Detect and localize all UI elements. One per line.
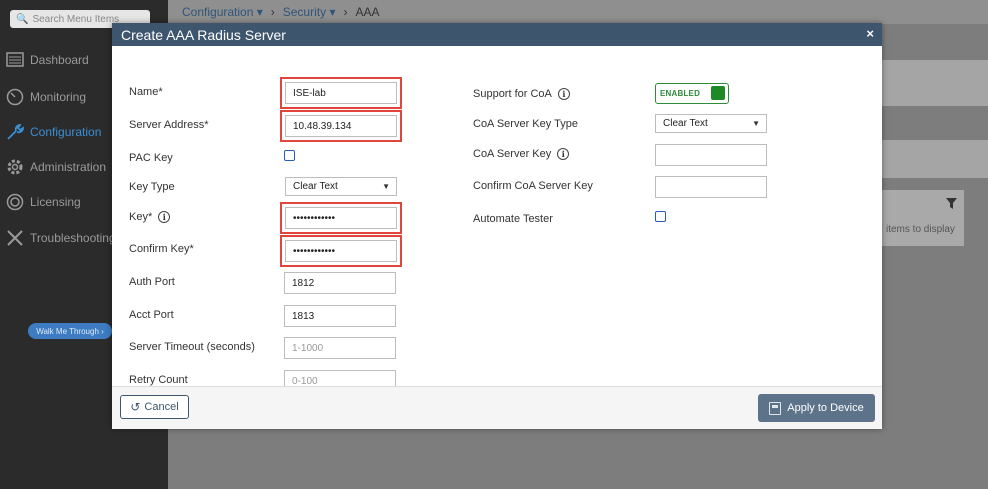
sidebar-item-label: Dashboard xyxy=(30,53,89,67)
key-field[interactable]: •••••••••••• xyxy=(285,207,397,229)
confirm-key-field[interactable]: •••••••••••• xyxy=(285,240,397,262)
confirm-key-label: Confirm Key* xyxy=(129,243,194,255)
chevron-down-icon: ▼ xyxy=(752,119,760,128)
info-icon[interactable]: i xyxy=(557,88,570,100)
key-type-label: Key Type xyxy=(129,181,175,193)
sidebar-item-licensing[interactable]: Licensing xyxy=(4,192,81,212)
automate-tester-label: Automate Tester xyxy=(473,213,553,225)
licensing-icon xyxy=(4,192,26,212)
dialog-title: Create AAA Radius Server xyxy=(121,26,286,43)
confirm-coa-key-label: Confirm CoA Server Key xyxy=(473,180,593,192)
name-label: Name* xyxy=(129,86,163,98)
confirm-coa-key-field[interactable] xyxy=(655,176,767,198)
toggle-knob xyxy=(711,86,725,100)
sidebar-item-administration[interactable]: Administration xyxy=(4,157,106,177)
server-address-label: Server Address* xyxy=(129,119,209,131)
sidebar-item-troubleshooting[interactable]: Troubleshooting xyxy=(4,228,116,248)
filter-icon xyxy=(946,198,962,212)
support-coa-toggle[interactable]: ENABLED xyxy=(655,83,729,104)
coa-key-label: CoA Server Key i xyxy=(473,148,570,160)
key-label: Key* i xyxy=(129,211,171,223)
apply-to-device-button[interactable]: Apply to Device xyxy=(758,394,875,422)
breadcrumb-configuration[interactable]: Configuration ▾ xyxy=(182,5,263,19)
auth-port-field[interactable]: 1812 xyxy=(284,272,396,294)
walk-me-through-button[interactable]: Walk Me Through › xyxy=(28,323,112,339)
retry-count-label: Retry Count xyxy=(129,374,188,386)
close-icon[interactable]: × xyxy=(866,26,874,41)
sidebar-item-label: Configuration xyxy=(30,125,102,139)
dialog-body: Name* ISE-lab Server Address* 10.48.39.1… xyxy=(112,46,882,392)
sidebar-item-label: Administration xyxy=(30,160,107,174)
server-timeout-field[interactable]: 1-1000 xyxy=(284,337,396,359)
save-icon xyxy=(769,401,782,415)
empty-table-text: items to display xyxy=(886,224,955,235)
breadcrumb-separator: › xyxy=(270,5,275,19)
breadcrumb-aaa: AAA xyxy=(355,5,380,19)
sidebar-item-label: Monitoring xyxy=(30,90,87,104)
create-radius-server-dialog: Create AAA Radius Server × Name* ISE-lab… xyxy=(112,23,882,429)
dialog-header: Create AAA Radius Server × xyxy=(112,23,882,46)
sidebar-item-configuration[interactable]: Configuration xyxy=(4,122,101,142)
breadcrumb: Configuration ▾ › Security ▾ › AAA xyxy=(168,0,988,24)
info-icon[interactable]: i xyxy=(557,148,570,160)
toggle-state-text: ENABLED xyxy=(660,89,701,98)
auth-port-label: Auth Port xyxy=(129,276,175,288)
dialog-footer: ↺ Cancel Apply to Device xyxy=(112,386,882,429)
acct-port-field[interactable]: 1813 xyxy=(284,305,396,327)
coa-key-type-value: Clear Text xyxy=(663,118,708,129)
coa-key-field[interactable] xyxy=(655,144,767,166)
undo-icon: ↺ xyxy=(130,400,141,414)
pac-key-checkbox[interactable] xyxy=(284,150,295,161)
server-address-field[interactable]: 10.48.39.134 xyxy=(285,115,397,137)
search-icon: 🔍 xyxy=(16,13,29,25)
key-type-select[interactable]: Clear Text ▼ xyxy=(285,177,397,196)
chevron-down-icon: ▼ xyxy=(382,182,390,191)
coa-key-type-label: CoA Server Key Type xyxy=(473,118,578,130)
sidebar-item-dashboard[interactable]: Dashboard xyxy=(4,50,89,70)
cancel-button[interactable]: ↺ Cancel xyxy=(120,395,189,419)
sidebar-item-monitoring[interactable]: Monitoring xyxy=(4,87,86,107)
sidebar-item-label: Troubleshooting xyxy=(30,231,116,245)
automate-tester-checkbox[interactable] xyxy=(655,211,666,222)
search-placeholder: Search Menu Items xyxy=(32,13,120,25)
wrench-icon xyxy=(4,122,26,142)
acct-port-label: Acct Port xyxy=(129,309,174,321)
server-timeout-label: Server Timeout (seconds) xyxy=(129,341,255,353)
name-field[interactable]: ISE-lab xyxy=(285,82,397,104)
tools-icon xyxy=(4,228,26,248)
monitoring-icon xyxy=(4,87,26,107)
support-coa-label: Support for CoA i xyxy=(473,88,570,100)
info-icon[interactable]: i xyxy=(158,211,171,223)
breadcrumb-separator: › xyxy=(343,5,348,19)
coa-key-type-select[interactable]: Clear Text ▼ xyxy=(655,114,767,133)
dashboard-icon xyxy=(4,50,26,70)
key-type-value: Clear Text xyxy=(293,181,338,192)
breadcrumb-security[interactable]: Security ▾ xyxy=(283,5,336,19)
pac-key-label: PAC Key xyxy=(129,152,173,164)
gear-icon xyxy=(4,157,26,177)
sidebar-item-label: Licensing xyxy=(30,195,81,209)
